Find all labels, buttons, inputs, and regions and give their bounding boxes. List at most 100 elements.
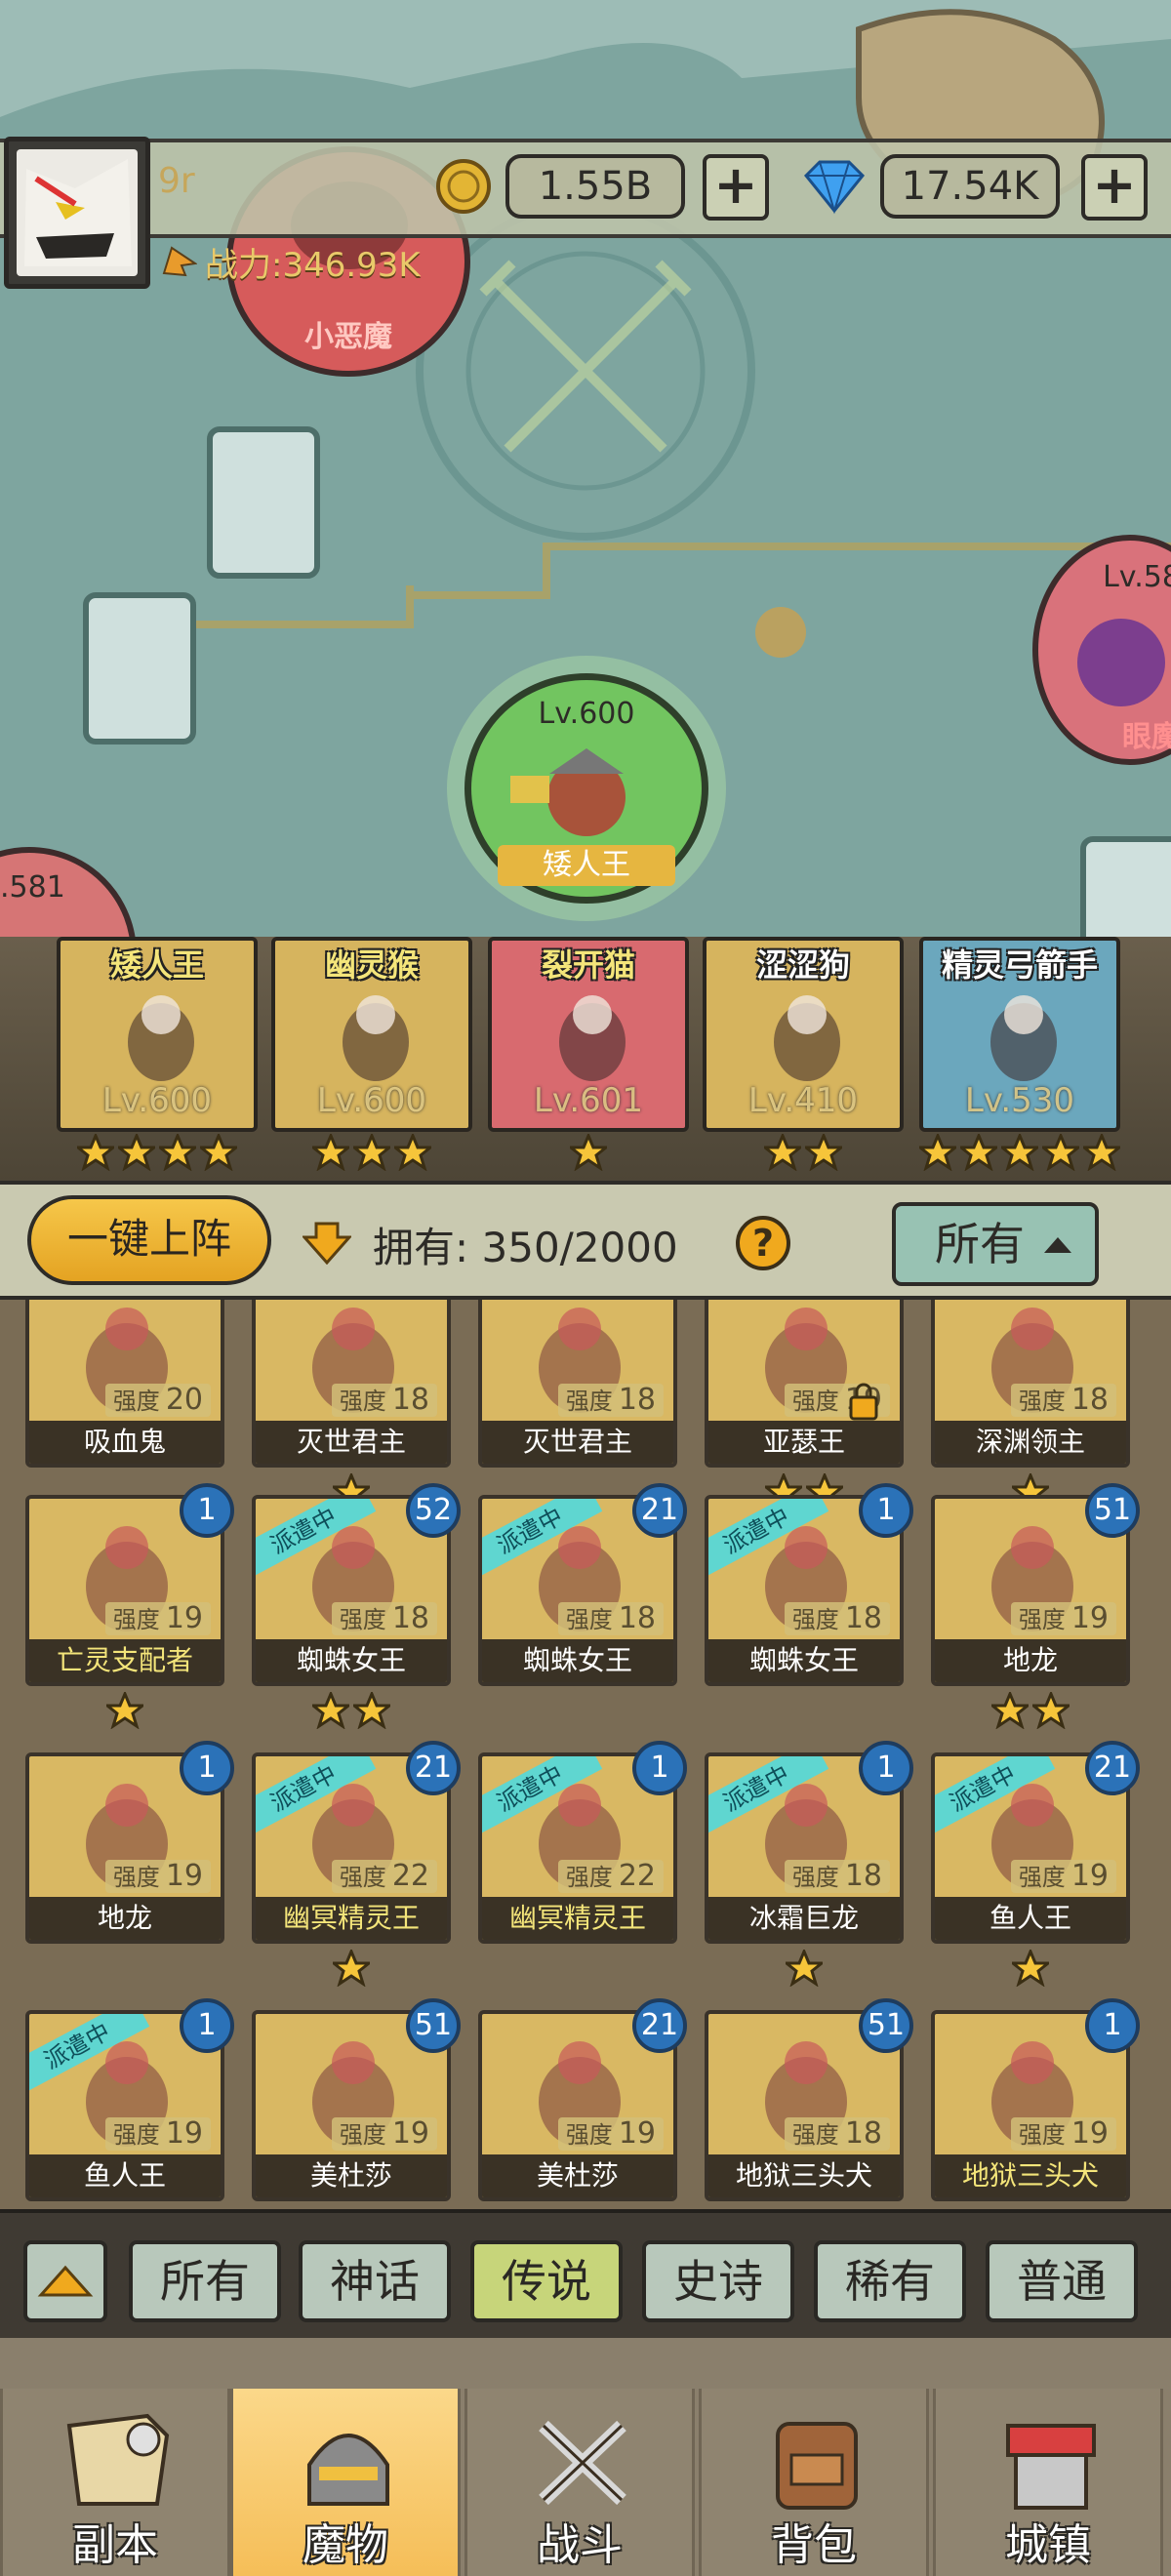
- monster-card[interactable]: 强度 18 蜘蛛女王 派遣中 21: [478, 1483, 687, 1690]
- monster-card[interactable]: 强度 18 冰霜巨龙 派遣中 1: [705, 1741, 913, 1948]
- monster-name: 鱼人王: [989, 1902, 1071, 1934]
- gold-coin-icon: [436, 159, 491, 214]
- copies-count-badge: 1: [180, 1741, 234, 1795]
- star-icon: [73, 1132, 118, 1172]
- monster-card[interactable]: 强度 18 蜘蛛女王 派遣中 1: [705, 1483, 913, 1690]
- nav-tab-label: 背包: [771, 2520, 857, 2570]
- strength-value: 19: [1070, 1601, 1109, 1635]
- monster-card[interactable]: 强度 18 灭世君主: [478, 1300, 677, 1471]
- star-icon: [308, 1690, 353, 1730]
- shop-building-icon: [992, 2406, 1110, 2514]
- copies-count-badge: 1: [859, 1741, 913, 1795]
- monster-card[interactable]: 强度 19 地龙 1: [25, 1741, 234, 1948]
- monster-card[interactable]: 强度 19 鱼人王 派遣中 1: [25, 1998, 234, 2205]
- monster-card[interactable]: 强度19亚瑟王: [705, 1300, 904, 1471]
- sort-down-arrow-icon[interactable]: [303, 1222, 351, 1265]
- strength-badge: 强度19: [1010, 1601, 1116, 1635]
- monster-name: 地龙: [1002, 1644, 1058, 1676]
- strength-badge: 强度 18: [331, 1384, 437, 1417]
- strength-label: 强度: [112, 1606, 160, 1633]
- strength-value: 18: [618, 1383, 656, 1417]
- strength-badge: 强度 18: [1010, 1384, 1116, 1417]
- add-gold-button[interactable]: +: [703, 154, 769, 221]
- map-scroll-icon: [60, 2406, 177, 2514]
- monster-card[interactable]: 强度 19 地狱三头犬 1: [931, 1998, 1140, 2205]
- team-slot[interactable]: 幽灵猴 Lv.600: [271, 937, 472, 1132]
- filter-dropdown[interactable]: 所有: [892, 1202, 1099, 1286]
- strength-value: 18: [391, 1601, 429, 1635]
- rarity-tab[interactable]: 稀有: [814, 2240, 966, 2322]
- nav-tab-label: 城镇: [1005, 2520, 1091, 2570]
- monster-card[interactable]: 强度 18 灭世君主: [252, 1300, 451, 1471]
- nav-tab[interactable]: 副本: [0, 2389, 230, 2576]
- team-slot[interactable]: 矮人王 Lv.600: [57, 937, 258, 1132]
- monster-card[interactable]: 强度 22 幽冥精灵王 派遣中 1: [478, 1741, 687, 1948]
- rarity-tab[interactable]: 普通: [986, 2240, 1138, 2322]
- star-icon: [308, 1132, 353, 1172]
- copies-count-badge: 21: [406, 1741, 461, 1795]
- star-icon: [566, 1132, 611, 1172]
- star-icon: [155, 1132, 200, 1172]
- strength-badge: 强度 18: [557, 1602, 664, 1635]
- strength-label: 强度: [791, 1864, 839, 1891]
- monster-card[interactable]: 强度 19 鱼人王 派遣中 21: [931, 1741, 1140, 1948]
- star-icon: [1029, 1690, 1073, 1730]
- monster-card[interactable]: 强度 18 地狱三头犬 51: [705, 1998, 913, 2205]
- strength-label: 强度: [339, 1606, 386, 1633]
- copies-count-badge: 1: [632, 1741, 687, 1795]
- rarity-tab[interactable]: 传说: [470, 2240, 623, 2322]
- monster-card[interactable]: 强度 19 亡灵支配者 1: [25, 1483, 234, 1690]
- monster-collection-grid[interactable]: 强度20吸血鬼强度18灭世君主强度18灭世君主强度19亚瑟王强度18深渊领主强度…: [0, 1300, 1171, 2209]
- map-node-dwarf-king-level: Lv.600: [538, 697, 635, 731]
- rarity-tab[interactable]: 神话: [299, 2240, 451, 2322]
- auto-deploy-button[interactable]: 一键上阵: [27, 1195, 271, 1285]
- monster-name: 美杜莎: [536, 2159, 619, 2192]
- strength-label: 强度: [1018, 1864, 1066, 1891]
- nav-tab-label: 战斗: [537, 2520, 623, 2570]
- team-slot[interactable]: 涩涩狗 Lv.410: [703, 937, 904, 1132]
- filter-dropdown-label: 所有: [935, 1218, 1025, 1270]
- add-gems-button[interactable]: +: [1081, 154, 1148, 221]
- star-rating: [988, 1690, 1073, 1731]
- rarity-tab[interactable]: 史诗: [642, 2240, 794, 2322]
- strength-label: 强度: [1018, 2121, 1066, 2149]
- strength-badge: 强度19: [1010, 1860, 1116, 1893]
- nav-tab[interactable]: 战斗: [464, 2389, 695, 2576]
- monster-card[interactable]: 强度 19 美杜莎 51: [252, 1998, 461, 2205]
- monster-card[interactable]: 强度 18 深渊领主: [931, 1300, 1130, 1471]
- copies-count-badge: 51: [859, 1998, 913, 2053]
- nav-tab-label: 魔物: [303, 2520, 388, 2570]
- nav-tab[interactable]: 背包: [699, 2389, 929, 2576]
- player-avatar[interactable]: [4, 137, 150, 289]
- star-icon: [102, 1690, 147, 1730]
- monster-name: 鱼人王: [83, 2159, 166, 2192]
- rarity-tab[interactable]: 所有: [129, 2240, 281, 2322]
- star-icon: [956, 1132, 1001, 1172]
- star-icon: [801, 1132, 846, 1172]
- nav-tab[interactable]: 城镇: [933, 2389, 1163, 2576]
- strength-value: 22: [391, 1859, 429, 1893]
- strength-label: 强度: [112, 2121, 160, 2149]
- team-slot[interactable]: 精灵弓箭手 Lv.530: [919, 937, 1120, 1132]
- strength-label: 强度: [1018, 1606, 1066, 1633]
- monster-card[interactable]: 强度 19 地龙 51: [931, 1483, 1140, 1690]
- monster-portrait: [539, 984, 646, 1085]
- strength-value: 19: [165, 1859, 203, 1893]
- team-slot-level: Lv.600: [316, 1081, 427, 1120]
- combat-power: 战力:346.93K: [205, 238, 421, 286]
- copies-count-badge: 1: [180, 1998, 234, 2053]
- strength-label: 强度: [565, 1606, 613, 1633]
- monster-card[interactable]: 强度 22 幽冥精灵王 派遣中 21: [252, 1741, 461, 1948]
- monster-name: 幽冥精灵王: [508, 1902, 646, 1934]
- avatar-face: [17, 149, 138, 276]
- monster-name: 地龙: [97, 1902, 152, 1934]
- team-slot-name: 精灵弓箭手: [941, 946, 1098, 984]
- nav-tab[interactable]: 魔物: [230, 2389, 461, 2576]
- monster-card[interactable]: 强度 20 吸血鬼: [25, 1300, 224, 1471]
- strength-value: 18: [844, 2116, 882, 2151]
- help-button[interactable]: ?: [736, 1216, 790, 1270]
- monster-card[interactable]: 强度 18 蜘蛛女王 派遣中 52: [252, 1483, 461, 1690]
- team-slot[interactable]: 裂开猫 Lv.601: [488, 937, 689, 1132]
- collapse-button[interactable]: [23, 2240, 107, 2322]
- monster-card[interactable]: 强度 19 美杜莎 21: [478, 1998, 687, 2205]
